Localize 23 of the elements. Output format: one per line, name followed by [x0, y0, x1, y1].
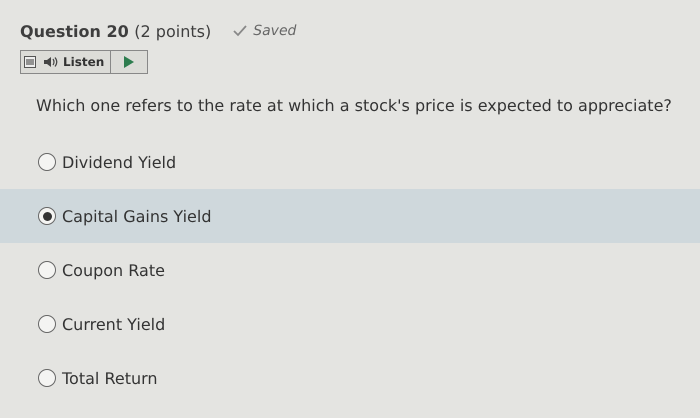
menu-icon [24, 56, 36, 68]
option-label: Total Return [62, 368, 158, 388]
option-label: Dividend Yield [62, 152, 176, 172]
saved-status: Saved [253, 23, 296, 39]
option-label: Current Yield [62, 314, 166, 334]
answer-option[interactable]: Total Return [0, 351, 700, 405]
answer-option[interactable]: Capital Gains Yield [0, 189, 700, 243]
speaker-icon [43, 56, 59, 68]
option-label: Capital Gains Yield [62, 206, 212, 226]
play-icon [124, 56, 134, 68]
listen-button[interactable]: Listen [21, 51, 112, 73]
radio-button[interactable] [38, 261, 56, 279]
question-title: Question 20 (2 points) [20, 22, 212, 40]
radio-button[interactable] [38, 369, 56, 387]
radio-button[interactable] [38, 207, 56, 225]
radio-button[interactable] [38, 153, 56, 171]
answer-option[interactable]: Dividend Yield [0, 135, 700, 189]
answer-option[interactable]: Current Yield [0, 297, 700, 351]
option-label: Coupon Rate [62, 260, 165, 280]
answer-option[interactable]: Coupon Rate [0, 243, 700, 297]
checkmark-icon [233, 25, 248, 37]
radio-button[interactable] [38, 315, 56, 333]
question-text: Which one refers to the rate at which a stock's price is expected to appreciate? [36, 96, 673, 115]
